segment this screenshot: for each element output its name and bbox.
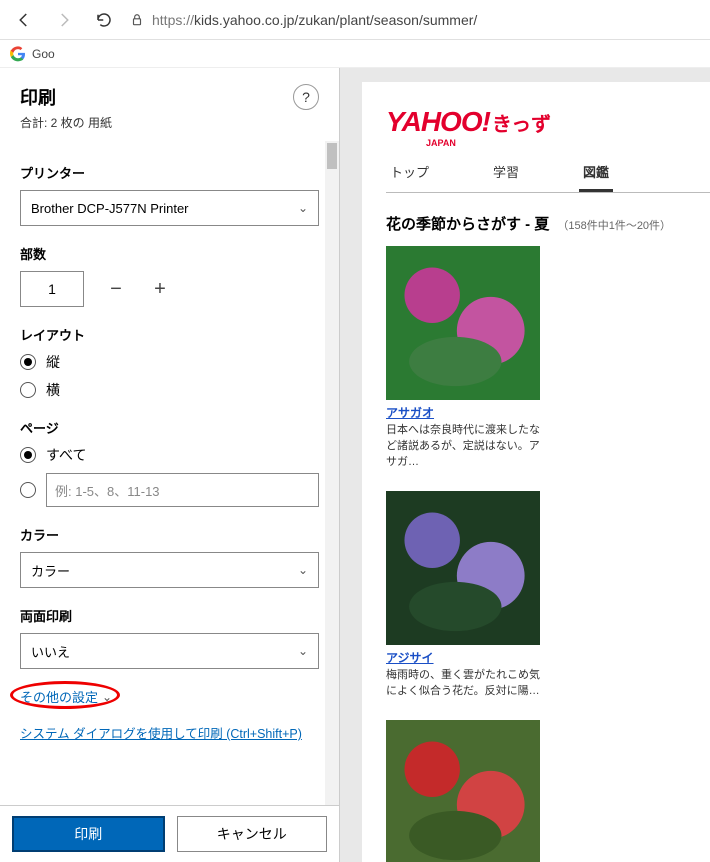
result-count: （158件中1件～20件） xyxy=(557,217,671,233)
plant-card[interactable]: アサガオ日本へは奈良時代に渡来したなど諸説あるが、定説はない。アサガ… xyxy=(386,246,540,471)
copies-increment[interactable]: + xyxy=(148,277,172,301)
chevron-down-icon: ⌄ xyxy=(298,644,308,658)
tab-図鑑[interactable]: 図鑑 xyxy=(579,156,613,192)
print-button[interactable]: 印刷 xyxy=(12,816,165,852)
chevron-down-icon: ⌄ xyxy=(298,201,308,215)
google-favicon xyxy=(10,46,26,62)
sheet-count: 合計: 2 枚の 用紙 xyxy=(0,114,339,141)
more-settings-link[interactable]: その他の設定 ⌄ xyxy=(20,687,112,706)
tab-トップ[interactable]: トップ xyxy=(386,156,433,192)
printer-label: プリンター xyxy=(20,163,319,182)
copies-label: 部数 xyxy=(20,244,319,263)
layout-label: レイアウト xyxy=(20,325,319,344)
copies-decrement[interactable]: − xyxy=(104,277,128,301)
bookmark-label[interactable]: Goo xyxy=(32,47,55,61)
print-dialog: 印刷 ? 合計: 2 枚の 用紙 プリンター Brother DCP-J577N… xyxy=(0,68,340,862)
duplex-select[interactable]: いいえ ⌄ xyxy=(20,633,319,669)
forward-button xyxy=(50,6,78,34)
plant-title[interactable]: アサガオ xyxy=(386,404,540,421)
radio-unchecked-icon xyxy=(20,482,36,498)
address-bar[interactable]: https://kids.yahoo.co.jp/zukan/plant/sea… xyxy=(130,12,700,28)
nav-tabs: トップ 学習 図鑑 xyxy=(386,156,710,193)
panel-scrollbar[interactable] xyxy=(325,141,339,805)
system-dialog-link[interactable]: システム ダイアログを使用して印刷 (Ctrl+Shift+P) xyxy=(20,723,302,742)
plant-thumbnail xyxy=(386,491,540,645)
pages-all-radio[interactable]: すべて xyxy=(20,445,319,465)
radio-unchecked-icon xyxy=(20,382,36,398)
chevron-down-icon: ⌄ xyxy=(102,690,112,704)
lock-icon xyxy=(130,13,144,27)
help-button[interactable]: ? xyxy=(293,84,319,110)
cancel-button[interactable]: キャンセル xyxy=(177,816,328,852)
logo-japan: JAPAN xyxy=(426,138,710,148)
plant-desc: 日本へは奈良時代に渡来したなど諸説あるが、定説はない。アサガ… xyxy=(386,423,540,471)
layout-landscape-radio[interactable]: 横 xyxy=(20,380,319,400)
print-preview: YAHOO! きっず JAPAN トップ 学習 図鑑 花の季節からさがす - 夏 （… xyxy=(340,68,710,862)
preview-page: YAHOO! きっず JAPAN トップ 学習 図鑑 花の季節からさがす - 夏 （… xyxy=(362,82,710,862)
pages-range-radio[interactable]: 例: 1-5、8、11-13 xyxy=(20,473,319,507)
plant-thumbnail xyxy=(386,720,540,862)
plant-title[interactable]: アジサイ xyxy=(386,649,540,666)
plant-thumbnail xyxy=(386,246,540,400)
duplex-label: 両面印刷 xyxy=(20,606,319,625)
color-label: カラー xyxy=(20,525,319,544)
url-scheme: https:// xyxy=(152,12,194,28)
printer-select[interactable]: Brother DCP-J577N Printer ⌄ xyxy=(20,190,319,226)
print-dialog-title: 印刷 xyxy=(20,84,56,110)
color-select[interactable]: カラー ⌄ xyxy=(20,552,319,588)
plant-card[interactable]: イチゴ現在の栽培イチゴは、北米東部原産種と南北米西部の野生イチゴと… xyxy=(386,720,540,862)
layout-portrait-radio[interactable]: 縦 xyxy=(20,352,319,372)
plant-grid: アサガオ日本へは奈良時代に渡来したなど諸説あるが、定説はない。アサガ… アジサイ… xyxy=(386,246,710,862)
tab-学習[interactable]: 学習 xyxy=(489,156,523,192)
radio-checked-icon xyxy=(20,447,36,463)
copies-input[interactable] xyxy=(20,271,84,307)
radio-checked-icon xyxy=(20,354,36,370)
url-path: kids.yahoo.co.jp/zukan/plant/season/summ… xyxy=(194,12,477,28)
pages-label: ページ xyxy=(20,418,319,437)
chevron-down-icon: ⌄ xyxy=(298,563,308,577)
plant-desc: 梅雨時の、重く雲がたれこめ気によく似合う花だ。反対に陽… xyxy=(386,668,540,700)
yahoo-kids-logo: YAHOO! きっず xyxy=(386,106,710,138)
back-button[interactable] xyxy=(10,6,38,34)
plant-card[interactable]: アジサイ梅雨時の、重く雲がたれこめ気によく似合う花だ。反対に陽… xyxy=(386,491,540,700)
refresh-button[interactable] xyxy=(90,6,118,34)
page-heading: 花の季節からさがす - 夏 xyxy=(386,213,549,234)
pages-range-input[interactable]: 例: 1-5、8、11-13 xyxy=(46,473,319,507)
